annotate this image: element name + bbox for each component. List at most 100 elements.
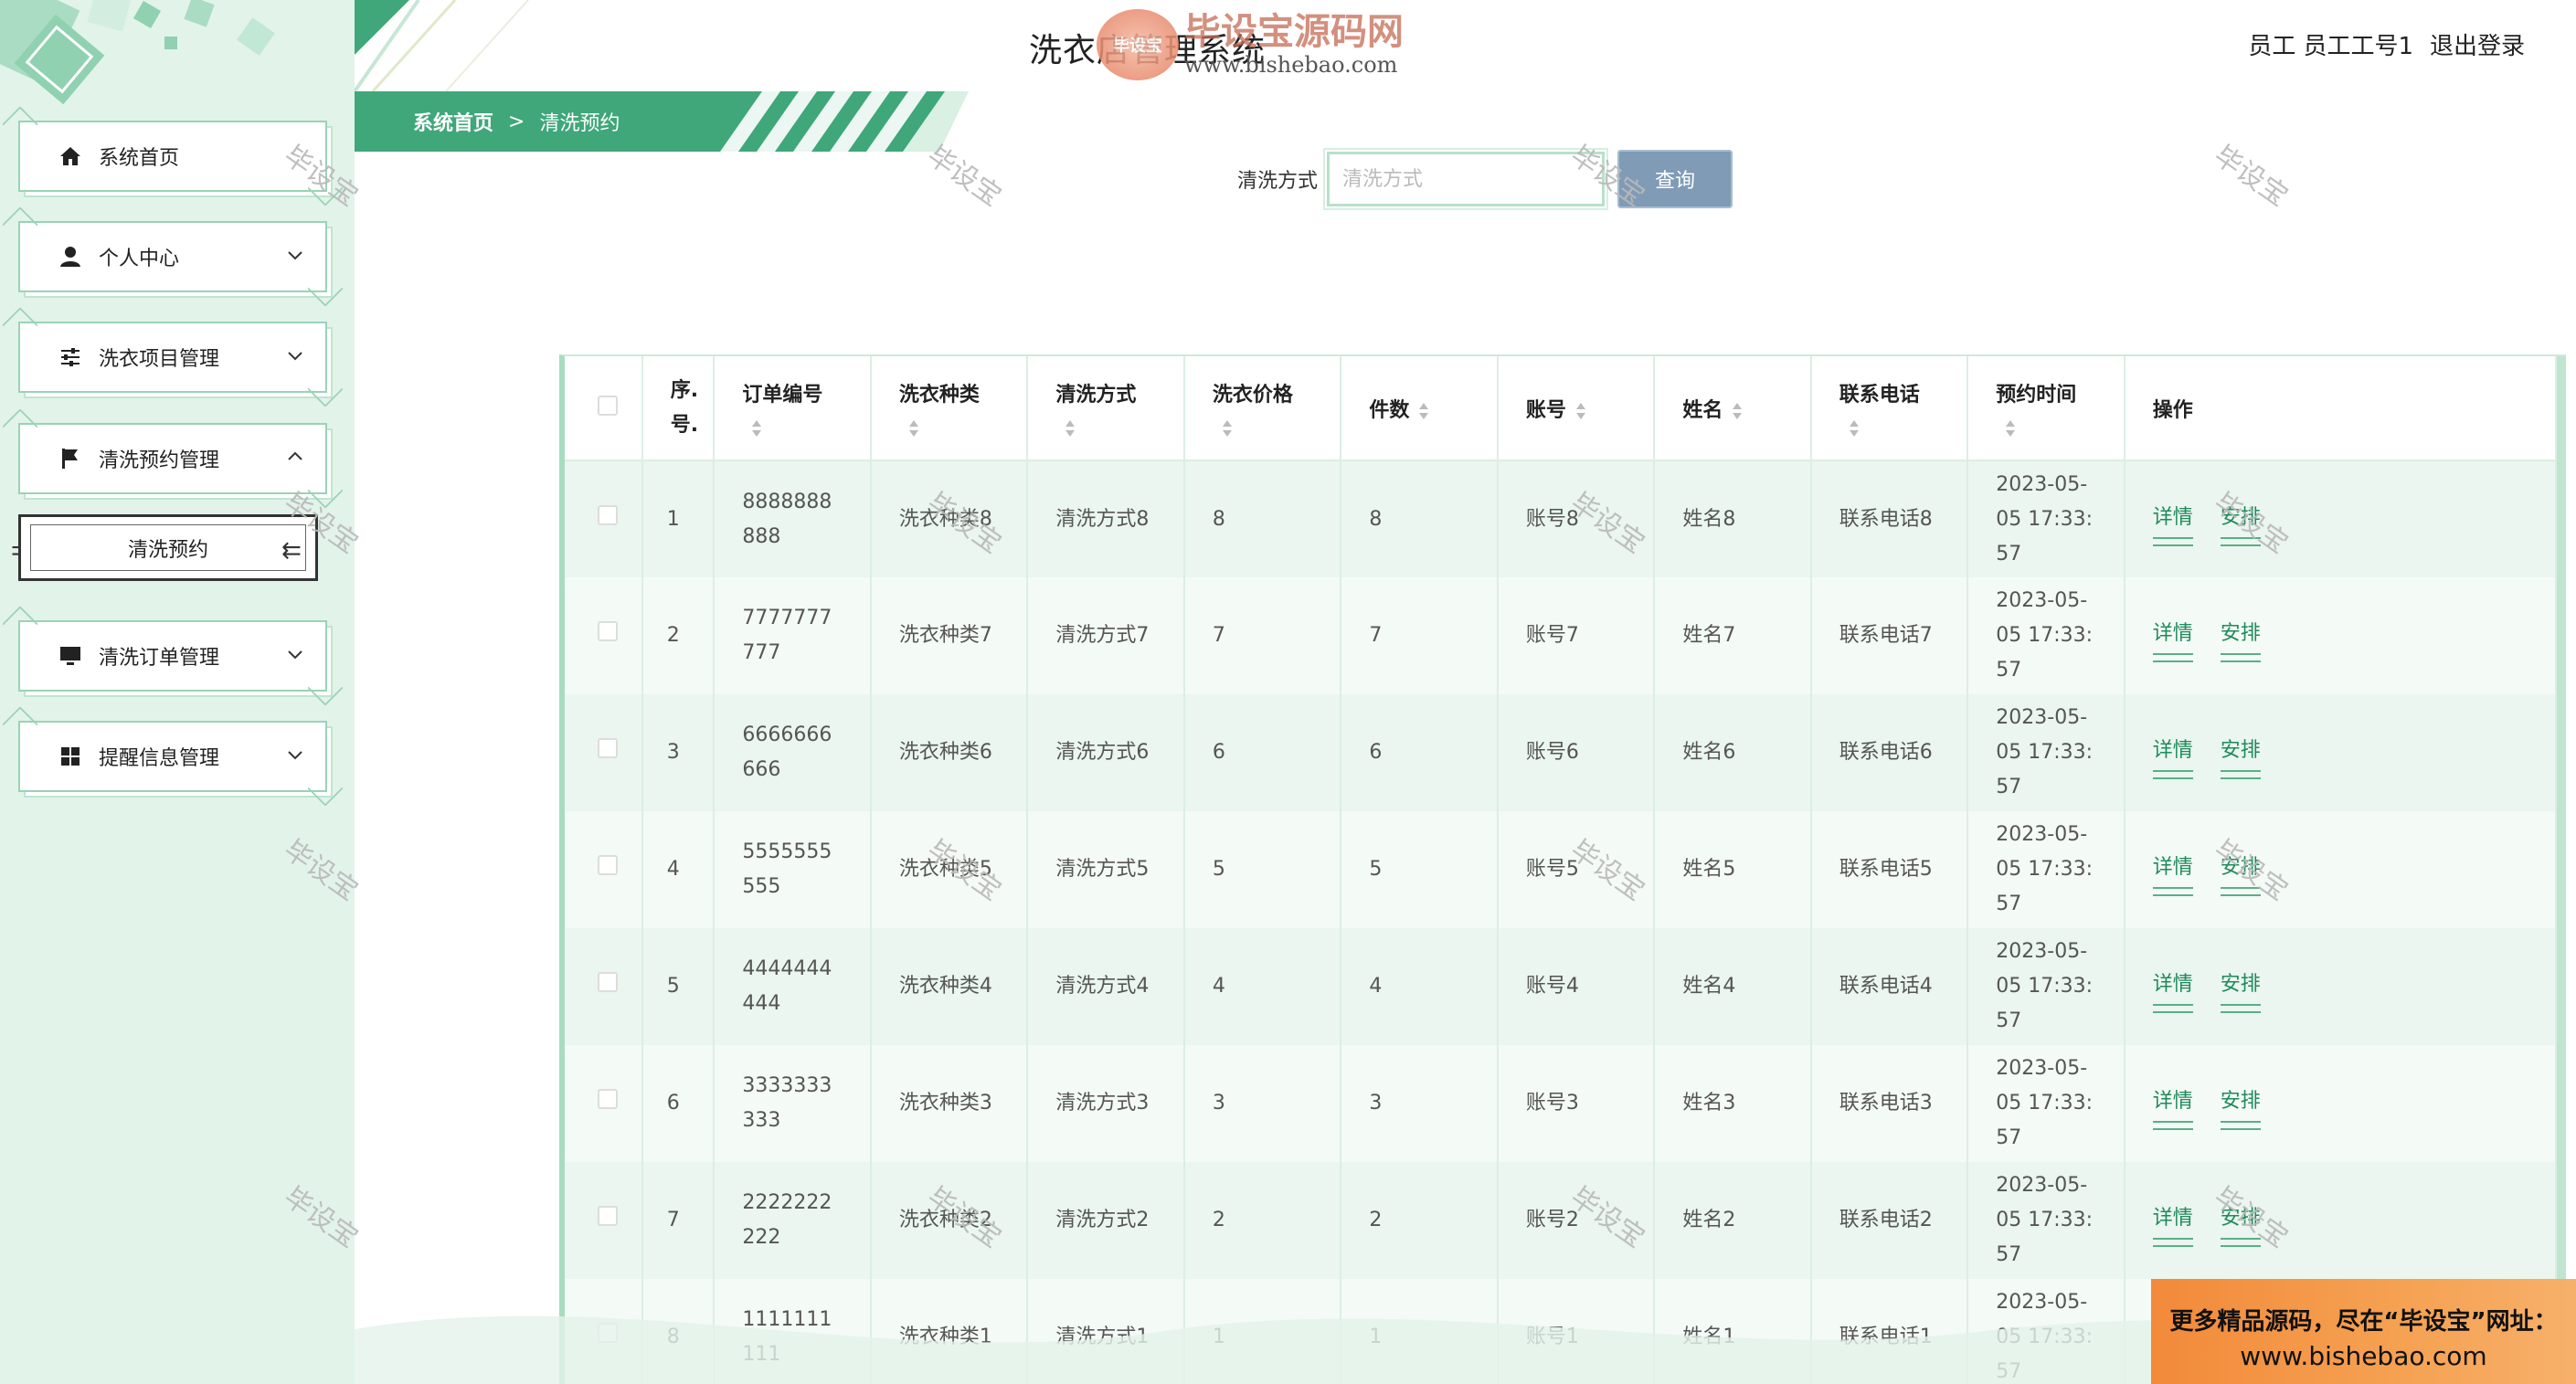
row-checkbox[interactable] [598,738,618,758]
table-body: 1 8888888 888 洗衣种类8 清洗方式8 8 8 账号8 姓名8 联系电话8 2023-0… [565,460,2558,1384]
watermark-logo: 毕设宝 毕设宝源码网 www.bishebao.com [1097,9,1404,80]
arrange-link[interactable]: 安排 [2220,850,2261,896]
ad-line-1: 更多精品源码，尽在“毕设宝”网址： [2169,1308,2558,1336]
detail-link[interactable]: 详情 [2152,1084,2193,1130]
detail-link[interactable]: 详情 [2152,967,2193,1013]
sort-icon[interactable] [1849,418,1860,438]
row-select-cell[interactable] [565,577,643,694]
cell-actions: 详情安排 [2124,1045,2558,1162]
cell-laundry-type: 洗衣种类3 [870,1045,1029,1162]
ad-banner[interactable]: 更多精品源码，尽在“毕设宝”网址： www.bishebao.com [2151,1279,2576,1384]
row-checkbox[interactable] [598,855,618,875]
user-role: 员工 [2248,33,2296,60]
sort-icon[interactable] [1732,401,1743,421]
row-select-cell[interactable] [565,1045,643,1162]
sidebar-item-laundry-items[interactable]: 洗衣项目管理 [18,322,327,393]
grid-icon [58,745,82,768]
sidebar-item-appointment-management[interactable]: 清洗预约管理 [18,423,327,494]
cell-price: 3 [1183,1045,1342,1162]
row-checkbox[interactable] [598,1089,618,1109]
sort-icon[interactable] [908,418,919,438]
row-select-cell[interactable] [565,1162,643,1279]
cell-order-no: 7777777 777 [714,577,872,694]
sidebar-item-label: 系统首页 [99,147,180,170]
detail-link[interactable]: 详情 [2152,617,2193,662]
search-form: 清洗方式 查询 [1237,148,1733,210]
sort-icon[interactable] [751,418,762,438]
row-checkbox[interactable] [598,504,618,525]
table-row: 6 3333333 333 洗衣种类3 清洗方式3 3 3 账号3 姓名3 联系电话3 2023-0… [565,1045,2558,1162]
detail-link[interactable]: 详情 [2152,501,2193,546]
cell-order-no: 8888888 888 [714,460,872,577]
header-actions: 操作 [2124,356,2558,461]
header-name[interactable]: 姓名 [1654,356,1812,461]
cell-quantity: 1 [1341,1279,1499,1384]
sidebar-subitem-appointment[interactable]: 清洗预约 [18,514,318,581]
search-input[interactable] [1323,148,1609,210]
user-area: 员工 员工工号1 退出登录 [2248,27,2525,61]
header-appointment-time[interactable]: 预约时间 [1967,356,2125,461]
cell-appointment-time: 2023-05- 05 17:33: 57 [1967,694,2125,811]
cell-laundry-type: 洗衣种类4 [870,928,1029,1045]
cell-account: 账号2 [1497,1162,1656,1279]
detail-link[interactable]: 详情 [2152,1201,2193,1247]
arrange-link[interactable]: 安排 [2220,967,2261,1013]
header-account[interactable]: 账号 [1497,356,1656,461]
arrange-link[interactable]: 安排 [2220,617,2261,662]
row-select-cell[interactable] [565,811,643,928]
header-laundry-type[interactable]: 洗衣种类 [870,356,1029,461]
table-row: 3 6666666 666 洗衣种类6 清洗方式6 6 6 账号6 姓名6 联系电话6 2023-0… [565,694,2558,811]
row-select-cell[interactable] [565,694,643,811]
sidebar-item-personal-center[interactable]: 个人中心 [18,221,327,292]
cell-wash-method: 清洗方式3 [1027,1045,1185,1162]
sort-icon[interactable] [1222,418,1233,438]
chevron-up-icon [288,451,302,460]
arrange-link[interactable]: 安排 [2220,1201,2261,1247]
user-icon [58,245,82,269]
row-checkbox[interactable] [598,972,618,992]
row-checkbox[interactable] [598,621,618,641]
sidebar-item-order-management[interactable]: 清洗订单管理 [18,620,327,692]
cell-laundry-type: 洗衣种类6 [870,694,1029,811]
sort-icon[interactable] [1418,401,1429,421]
sort-icon[interactable] [2005,418,2016,438]
arrange-link[interactable]: 安排 [2220,501,2261,546]
cell-account: 账号1 [1497,1279,1656,1384]
header-select-all[interactable] [565,356,643,461]
breadcrumb-home[interactable]: 系统首页 [413,107,493,136]
table-row: 2 7777777 777 洗衣种类7 清洗方式7 7 7 账号7 姓名7 联系电话7 2023-0… [565,577,2558,694]
sidebar-item-home[interactable]: 系统首页 [18,121,327,192]
row-select-cell[interactable] [565,928,643,1045]
cell-index: 1 [641,460,716,577]
cell-account: 账号5 [1497,811,1656,928]
cell-actions: 详情安排 [2124,694,2558,811]
row-checkbox[interactable] [598,1206,618,1226]
row-select-cell[interactable] [565,460,643,577]
cell-account: 账号3 [1497,1045,1656,1162]
detail-link[interactable]: 详情 [2152,850,2193,896]
cell-name: 姓名5 [1654,811,1812,928]
sort-icon[interactable] [1065,418,1076,438]
cell-appointment-time: 2023-05- 05 17:33: 57 [1967,1045,2125,1162]
sort-icon[interactable] [1575,401,1586,421]
logout-link[interactable]: 退出登录 [2430,27,2525,61]
cell-index: 5 [641,928,716,1045]
watermark-site-url: www.bishebao.com [1184,52,1398,78]
search-button[interactable]: 查询 [1617,150,1733,208]
header-phone[interactable]: 联系电话 [1810,356,1969,461]
row-select-cell[interactable] [565,1279,643,1384]
header-quantity[interactable]: 件数 [1341,356,1499,461]
arrange-link[interactable]: 安排 [2220,734,2261,779]
sidebar: 系统首页 个人中心 洗衣项目管理 清洗预约管理 ⇉ 清洗预约 [0,0,355,1384]
sidebar-item-reminder-management[interactable]: 提醒信息管理 [18,721,327,792]
watermark-badge: 毕设宝 [1097,9,1179,80]
select-all-checkbox[interactable] [598,395,618,416]
header-order-no[interactable]: 订单编号 [714,356,872,461]
header-wash-method[interactable]: 清洗方式 [1027,356,1185,461]
arrange-link[interactable]: 安排 [2220,1084,2261,1130]
cell-quantity: 3 [1341,1045,1499,1162]
detail-link[interactable]: 详情 [2152,734,2193,779]
header-price[interactable]: 洗衣价格 [1183,356,1342,461]
arrow-left-icon: ⇇ [281,537,302,565]
row-checkbox[interactable] [598,1323,618,1343]
